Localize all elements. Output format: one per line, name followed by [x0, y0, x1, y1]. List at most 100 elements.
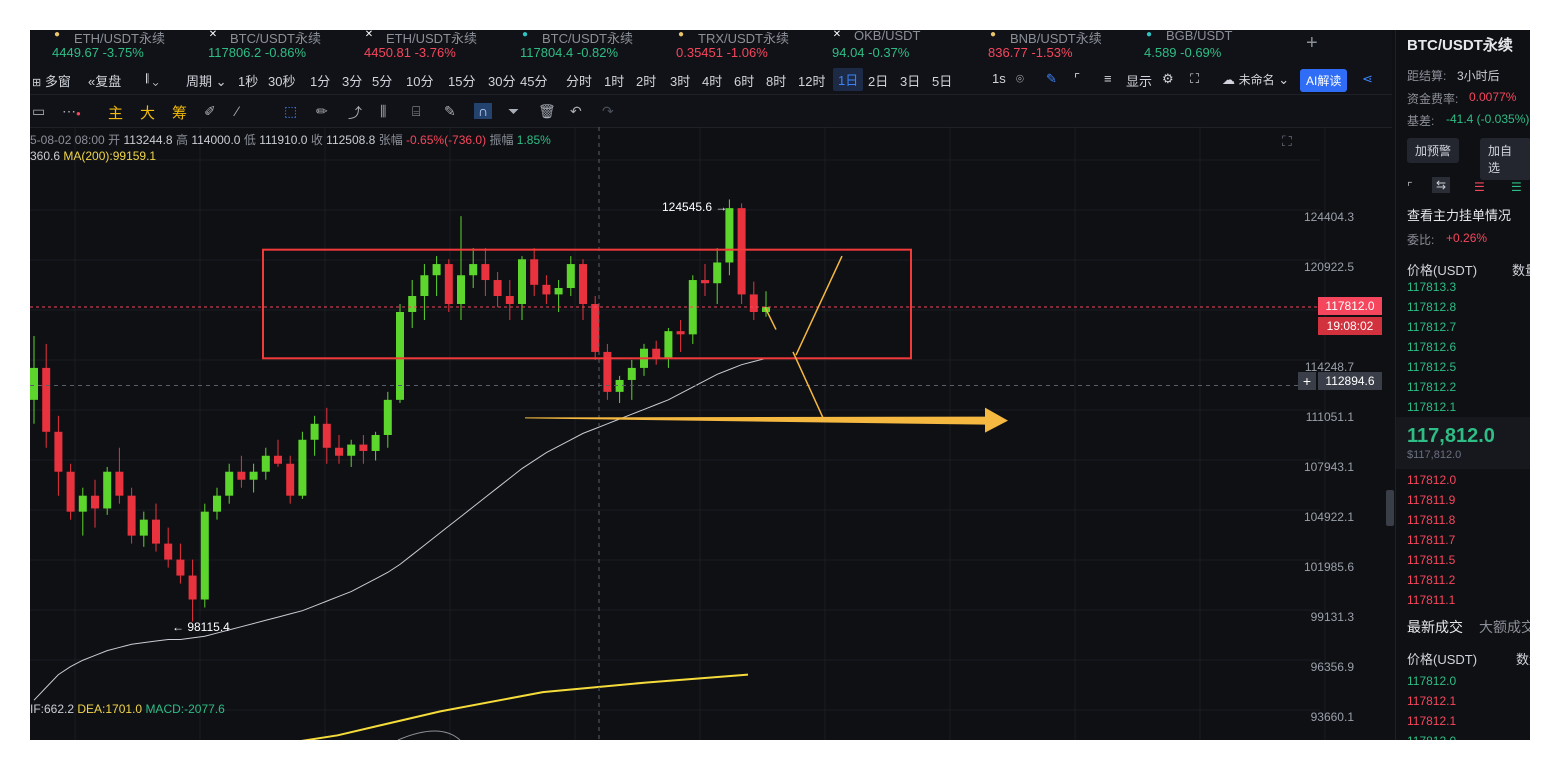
candle [127, 495, 136, 536]
candle [286, 463, 295, 496]
trades-qty-header: 数量 [1516, 652, 1530, 667]
orderbook-view-icon[interactable]: ⌜ [1407, 180, 1413, 194]
ask-price[interactable]: 117812.7 [1407, 320, 1456, 334]
last-price-box: 117,812.0 $117,812.0 [1396, 417, 1530, 469]
chip-button[interactable]: 筹 [172, 102, 187, 123]
interval-分时[interactable]: 分时 [566, 71, 592, 90]
multi-window-button[interactable]: ⊞ 多窗 [32, 71, 71, 90]
trash-icon[interactable]: 🗑 [538, 103, 556, 120]
interval-3时[interactable]: 3时 [670, 71, 690, 90]
add-tab-button[interactable]: + [1306, 32, 1318, 55]
y-axis-label: 111051.1 [1305, 410, 1354, 424]
ask-price[interactable]: 117812.1 [1407, 400, 1456, 414]
symbol-title: BTC/USDT永续 [1407, 37, 1513, 54]
macd-readout: IF:662.2 DEA:1701.0 MACD:-2077.6 [30, 702, 225, 716]
interval-1时[interactable]: 1时 [604, 71, 624, 90]
ask-price[interactable]: 117812.8 [1407, 300, 1456, 314]
panel-collapse-handle[interactable] [1386, 490, 1394, 526]
interval-5分[interactable]: 5分 [372, 71, 392, 90]
y-axis-label: 124404.3 [1303, 210, 1354, 224]
cloud-layout-button[interactable]: ☁ 未命名 ⌄ [1222, 71, 1289, 88]
candle [396, 311, 404, 400]
ask-price[interactable]: 117812.2 [1407, 380, 1456, 394]
bid-price[interactable]: 117811.7 [1407, 533, 1455, 547]
display-button[interactable]: 显示 [1126, 71, 1152, 90]
filter-icon[interactable]: ⏷ [508, 103, 519, 120]
pattern-tool-icon[interactable]: ⫼ [380, 103, 386, 120]
candle [225, 471, 234, 496]
interval-12时[interactable]: 12时 [798, 71, 825, 90]
bid-price[interactable]: 117811.8 [1407, 513, 1455, 527]
add-alert-button[interactable]: 加预警 [1407, 138, 1460, 163]
big-order-button[interactable]: 大 [140, 102, 155, 123]
bid-price[interactable]: 117811.9 [1407, 493, 1455, 507]
second-button[interactable]: 1s [992, 71, 1006, 86]
bid-price[interactable]: 117811.2 [1407, 573, 1455, 587]
interval-1分[interactable]: 1分 [310, 71, 330, 90]
candle [200, 511, 209, 600]
ask-price[interactable]: 117813.3 [1407, 280, 1456, 294]
pen-icon[interactable]: ✎ [1046, 71, 1057, 87]
candle [420, 275, 429, 297]
interval-3日[interactable]: 3日 [900, 71, 920, 90]
interval-2时[interactable]: 2时 [636, 71, 656, 90]
crosshair-add-button[interactable]: + [1298, 372, 1316, 390]
ruler-icon[interactable]: ✏ [316, 103, 328, 120]
ai-interpret-button[interactable]: AI解读 [1300, 69, 1348, 92]
trend-tool-icon[interactable]: ⤴ [348, 103, 362, 123]
undo-icon[interactable]: ↶ [570, 103, 582, 120]
add-favorite-button[interactable]: 加自选 [1480, 138, 1530, 180]
cursor-tool-icon[interactable]: ⬚ [284, 103, 297, 120]
share-icon[interactable]: ⋖ [1362, 71, 1373, 87]
interval-30秒[interactable]: 30秒 [268, 71, 295, 90]
settings-icon[interactable]: ⚙ [1162, 71, 1174, 87]
rectangle-icon[interactable]: ▭ [32, 103, 45, 120]
main-indicator-button[interactable]: 主 [108, 102, 123, 123]
list-icon[interactable]: ≡ [1104, 71, 1112, 86]
note-icon[interactable]: ✎ [444, 103, 456, 120]
interval-8时[interactable]: 8时 [766, 71, 786, 90]
pencil-tool-icon[interactable]: ✐ [204, 103, 216, 120]
interval-3分[interactable]: 3分 [342, 71, 362, 90]
orderbook-bids-icon[interactable]: ☰ [1511, 180, 1522, 194]
interval-2日[interactable]: 2日 [868, 71, 888, 90]
ask-price[interactable]: 117812.6 [1407, 340, 1456, 354]
redo-icon[interactable]: ↷ [602, 103, 614, 120]
frame-icon[interactable]: ⌜ [1074, 71, 1080, 87]
interval-6时[interactable]: 6时 [734, 71, 754, 90]
interval-4时[interactable]: 4时 [702, 71, 722, 90]
chart-canvas[interactable] [30, 127, 1451, 740]
candle [164, 543, 173, 560]
magnet-icon[interactable]: ∩ [474, 103, 493, 119]
arrow-down-short [764, 306, 777, 330]
interval-5日[interactable]: 5日 [932, 71, 952, 90]
candle [530, 259, 539, 285]
camera-icon[interactable]: ⌾ [1016, 71, 1024, 87]
bid-price[interactable]: 117812.0 [1407, 473, 1456, 487]
bid-price[interactable]: 117811.5 [1407, 553, 1455, 567]
measure-icon[interactable]: ⌸ [412, 103, 420, 120]
orderbook-asks-icon[interactable]: ☰ [1474, 180, 1485, 194]
bid-price[interactable]: 117811.1 [1407, 593, 1455, 607]
candle [652, 348, 661, 359]
large-trades-tab[interactable]: 大额成交 [1479, 617, 1530, 637]
ask-price[interactable]: 117812.5 [1407, 360, 1456, 374]
latest-trades-tab[interactable]: 最新成交 [1407, 617, 1463, 637]
interval-45分[interactable]: 45分 [520, 71, 547, 90]
expand-icon[interactable]: ⛶ [1282, 133, 1292, 150]
brush-tool-icon[interactable]: ⁄ [236, 103, 238, 119]
fullscreen-icon[interactable]: ⛶ [1190, 71, 1199, 87]
orderbook-title[interactable]: 查看主力挂单情况 [1407, 205, 1511, 224]
interval-15分[interactable]: 15分 [448, 71, 475, 90]
replay-button[interactable]: «复盘 [88, 71, 121, 90]
interval-30分[interactable]: 30分 [488, 71, 515, 90]
interval-1日[interactable]: 1日 [833, 68, 864, 91]
price-chart[interactable]: 5-08-02 08:00 开 113244.8 高 114000.0 低 11… [30, 127, 1451, 740]
ticker-price: 836.77 -1.53% [988, 45, 1073, 60]
chart-type-button[interactable]: 𝄃 ⌄ [146, 71, 159, 87]
more-icon[interactable]: ⋯● [62, 103, 81, 120]
interval-1秒[interactable]: 1秒 [238, 71, 258, 90]
orderbook-both-icon[interactable]: ⇆ [1432, 177, 1451, 193]
interval-10分[interactable]: 10分 [406, 71, 433, 90]
period-button[interactable]: 周期 ⌄ [186, 71, 227, 90]
